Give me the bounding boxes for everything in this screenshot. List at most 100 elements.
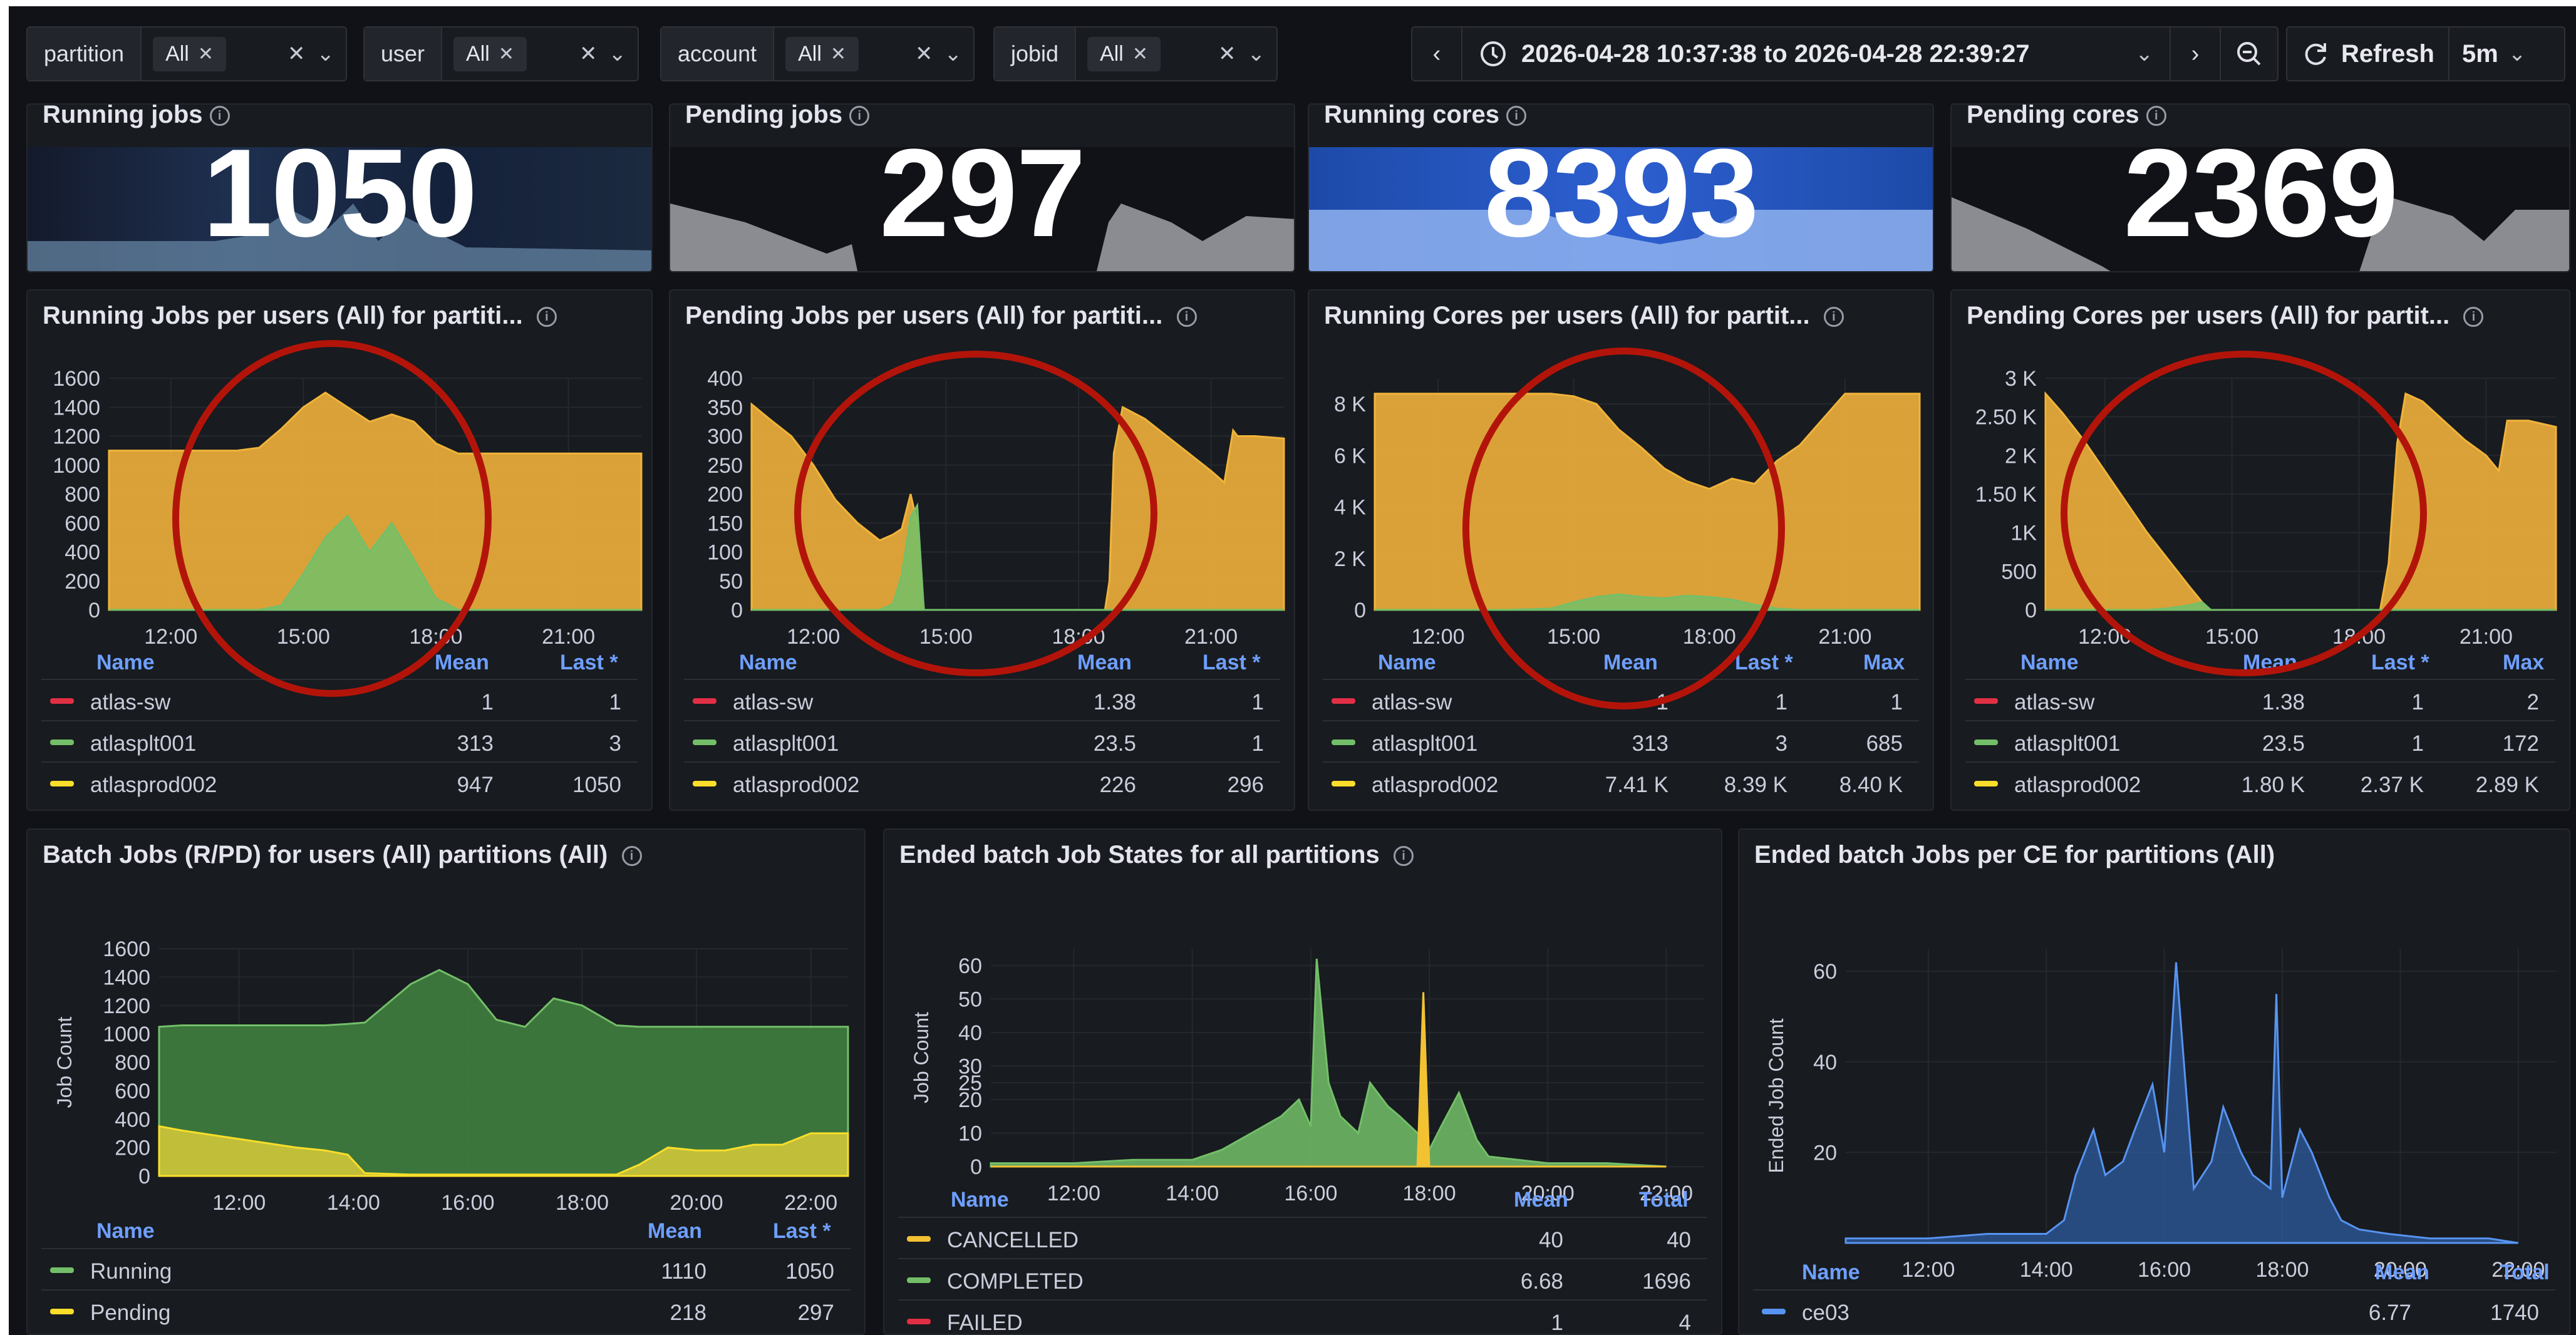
legend-row[interactable]: atlasplt001 23.5 1 <box>684 720 1280 761</box>
variable-select[interactable]: All ✕ ✕ ⌄ <box>774 28 973 80</box>
clear-icon[interactable]: ✕ <box>579 41 597 66</box>
panel-ended-jobs-per-ce[interactable]: Ended batch Jobs per CE for partitions (… <box>1738 828 2570 1335</box>
x-tick-label: 14:00 <box>2020 1258 2073 1282</box>
series-mean: 1 <box>481 690 494 714</box>
selected-chip[interactable]: All ✕ <box>453 36 527 71</box>
info-icon[interactable]: i <box>2463 307 2484 327</box>
legend-header-name[interactable]: Name <box>739 651 797 675</box>
variable-select[interactable]: All ✕ ✕ ⌄ <box>142 28 346 80</box>
legend-row[interactable]: Pending 218 297 <box>41 1289 851 1331</box>
legend-header-mean[interactable]: Mean <box>435 651 489 675</box>
variable-account[interactable]: account All ✕ ✕ ⌄ <box>660 26 975 81</box>
info-icon[interactable]: i <box>536 307 557 327</box>
stat-running-cores[interactable]: Running cores i 8393 <box>1308 103 1934 272</box>
y-tick-label: 400 <box>65 541 100 565</box>
stat-pending-cores[interactable]: Pending cores i 2369 <box>1950 103 2570 272</box>
legend-header-max[interactable]: Max <box>2503 651 2544 675</box>
remove-icon[interactable]: ✕ <box>499 43 514 65</box>
info-icon[interactable]: i <box>1176 307 1197 327</box>
clear-icon[interactable]: ✕ <box>915 41 933 66</box>
info-icon[interactable]: i <box>621 846 642 867</box>
time-back-button[interactable]: ‹ <box>1412 28 1462 80</box>
legend-row[interactable]: atlasprod002 947 1050 <box>41 761 638 803</box>
legend-header-max[interactable]: Max <box>1863 651 1905 675</box>
legend-row[interactable]: ce03 6.77 1740 <box>1753 1289 2555 1331</box>
panel-title: Pending jobs i <box>685 105 870 129</box>
variable-select[interactable]: All ✕ ✕ ⌄ <box>442 28 638 80</box>
selected-chip[interactable]: All ✕ <box>153 36 227 71</box>
time-picker[interactable]: ‹ 2026-04-28 10:37:38 to 2026-04-28 22:3… <box>1411 26 2279 81</box>
remove-icon[interactable]: ✕ <box>1132 43 1148 65</box>
stat-pending-jobs[interactable]: Pending jobs i 297 <box>669 103 1295 272</box>
clear-icon[interactable]: ✕ <box>1218 41 1236 66</box>
series-mean: 6.68 <box>1520 1269 1563 1294</box>
legend-header-name[interactable]: Name <box>1802 1260 1860 1285</box>
chevron-down-icon[interactable]: ⌄ <box>1248 41 1266 66</box>
legend-header-name[interactable]: Name <box>96 1219 155 1244</box>
time-range-button[interactable]: 2026-04-28 10:37:38 to 2026-04-28 22:39:… <box>1462 28 2171 80</box>
series-last: 1 <box>1251 690 1264 714</box>
remove-icon[interactable]: ✕ <box>198 43 214 65</box>
chevron-down-icon[interactable]: ⌄ <box>317 41 335 66</box>
legend-header-last[interactable]: Last * <box>2371 651 2429 675</box>
legend-row[interactable]: FAILED 1 4 <box>898 1299 1707 1334</box>
info-icon[interactable]: i <box>849 106 870 126</box>
clear-icon[interactable]: ✕ <box>287 41 306 66</box>
legend-header-name[interactable]: Name <box>2020 651 2079 675</box>
legend-row[interactable]: COMPLETED 6.68 1696 <box>898 1258 1707 1299</box>
series-name: CANCELLED <box>947 1228 1079 1252</box>
legend-row[interactable]: atlas-sw 1.38 1 <box>684 679 1280 720</box>
chevron-down-icon[interactable]: ⌄ <box>944 41 963 66</box>
variable-jobid[interactable]: jobid All ✕ ✕ ⌄ <box>993 26 1278 81</box>
legend-header-mean[interactable]: Mean <box>1514 1188 1568 1212</box>
legend-header-last[interactable]: Last * <box>560 651 618 675</box>
legend-row[interactable]: CANCELLED 40 40 <box>898 1217 1707 1258</box>
legend-header-name[interactable]: Name <box>951 1188 1009 1212</box>
stat-running-jobs[interactable]: Running jobs i 1050 <box>26 103 653 272</box>
remove-icon[interactable]: ✕ <box>830 43 846 65</box>
panel-title: Running jobs i <box>43 105 230 129</box>
legend-row[interactable]: atlasplt001 23.5 1 172 <box>1965 720 2555 761</box>
refresh-interval-select[interactable]: 5m ⌄ <box>2449 28 2564 80</box>
x-tick-label: 16:00 <box>1284 1182 1337 1205</box>
series-name: Running <box>90 1259 172 1284</box>
panel-ended-job-states[interactable]: Ended batch Job States for all partition… <box>883 828 1722 1335</box>
info-icon[interactable]: i <box>1394 846 1414 867</box>
selected-chip[interactable]: All ✕ <box>1087 36 1161 71</box>
legend-row[interactable]: atlasplt001 313 3 685 <box>1323 720 1919 761</box>
y-tick-label: 30 <box>958 1054 982 1078</box>
legend-header-name[interactable]: Name <box>1378 651 1436 675</box>
refresh-picker[interactable]: Refresh 5m ⌄ <box>2286 26 2565 81</box>
variable-select[interactable]: All ✕ ✕ ⌄ <box>1076 28 1276 80</box>
series-mean: 23.5 <box>2262 731 2305 756</box>
legend-row[interactable]: Running 1110 1050 <box>41 1248 851 1289</box>
legend-header-mean[interactable]: Mean <box>648 1219 702 1244</box>
variable-user[interactable]: user All ✕ ✕ ⌄ <box>363 26 639 81</box>
legend-header-total[interactable]: Total <box>2500 1260 2550 1285</box>
legend-header-last[interactable]: Last * <box>773 1219 831 1244</box>
legend-header-mean[interactable]: Mean <box>2375 1260 2429 1285</box>
info-icon[interactable]: i <box>1823 307 1844 327</box>
legend-header-name[interactable]: Name <box>96 651 155 675</box>
series-swatch <box>1332 740 1355 745</box>
legend-header-last[interactable]: Last * <box>1735 651 1793 675</box>
time-forward-button[interactable]: › <box>2171 28 2221 80</box>
legend-row[interactable]: atlasprod002 226 296 <box>684 761 1280 803</box>
panel-title-text: Pending Jobs per users (All) for partiti… <box>685 302 1163 329</box>
legend-row[interactable]: atlasprod002 7.41 K 8.39 K 8.40 K <box>1323 761 1919 803</box>
legend-row[interactable]: atlasprod002 1.80 K 2.37 K 2.89 K <box>1965 761 2555 803</box>
x-tick-label: 12:00 <box>144 625 197 649</box>
legend-header-last[interactable]: Last * <box>1203 651 1261 675</box>
legend-row[interactable]: atlasplt001 313 3 <box>41 720 638 761</box>
legend-row[interactable]: atlas-sw 1.38 1 2 <box>1965 679 2555 720</box>
legend-header-total[interactable]: Total <box>1639 1188 1689 1212</box>
selected-chip[interactable]: All ✕ <box>785 36 859 71</box>
variable-label: jobid <box>995 28 1077 80</box>
x-tick-label: 21:00 <box>2460 625 2513 649</box>
zoom-out-button[interactable] <box>2221 28 2277 80</box>
refresh-button[interactable]: Refresh <box>2287 28 2449 80</box>
panel-batch-jobs[interactable]: Batch Jobs (R/PD) for users (All) partit… <box>26 828 866 1335</box>
variable-partition[interactable]: partition All ✕ ✕ ⌄ <box>26 26 347 81</box>
legend-header-mean[interactable]: Mean <box>1077 651 1132 675</box>
chevron-down-icon[interactable]: ⌄ <box>609 41 627 66</box>
